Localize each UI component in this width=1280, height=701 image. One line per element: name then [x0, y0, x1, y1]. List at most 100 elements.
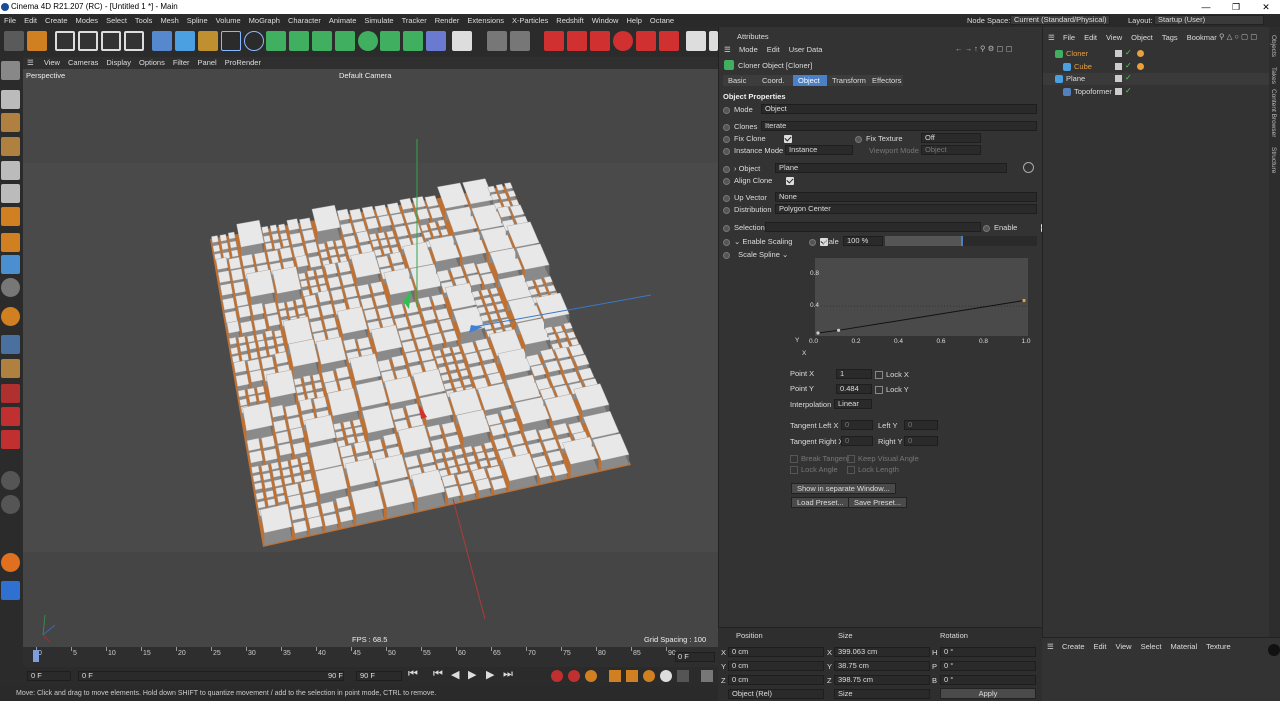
- camera-label[interactable]: Default Camera: [339, 71, 392, 80]
- autokey-icon[interactable]: [568, 670, 580, 682]
- parameter-key-icon[interactable]: [660, 670, 672, 682]
- point-x-field[interactable]: 1: [836, 369, 872, 379]
- menu-window[interactable]: Window: [588, 14, 623, 27]
- timeline-frame-field[interactable]: 0 F: [675, 652, 715, 662]
- menu-tools[interactable]: Tools: [131, 14, 157, 27]
- grid-icon[interactable]: [1, 335, 20, 354]
- objects-menu-file[interactable]: File: [1063, 33, 1075, 42]
- visibility-icon[interactable]: [1115, 87, 1122, 95]
- tab-transform[interactable]: Transform: [827, 75, 867, 86]
- position-z-field[interactable]: 0 cm: [728, 675, 824, 685]
- tangent-right-x-field[interactable]: 0: [841, 436, 873, 446]
- texture-mode-icon[interactable]: [487, 31, 507, 51]
- menu-extensions[interactable]: Extensions: [463, 14, 508, 27]
- viewport-menu-panel[interactable]: Panel: [194, 57, 221, 69]
- objects-menu-object[interactable]: Object: [1131, 33, 1153, 42]
- python-icon[interactable]: [1, 581, 20, 600]
- menu-simulate[interactable]: Simulate: [360, 14, 397, 27]
- sculpt-icon[interactable]: [1, 359, 20, 378]
- enabled-check-icon[interactable]: ✓: [1125, 48, 1132, 57]
- close-icon[interactable]: ✕: [1252, 0, 1280, 14]
- coord-size-select[interactable]: Size: [834, 689, 930, 699]
- attr-menu-edit[interactable]: Edit: [767, 45, 780, 54]
- interpolation-select[interactable]: Linear: [834, 399, 872, 409]
- size-z-field[interactable]: 398.75 cm: [834, 675, 930, 685]
- show-separate-window-button[interactable]: Show in separate Window...: [791, 483, 896, 494]
- signal-icon[interactable]: [1, 553, 20, 572]
- material-ball-icon[interactable]: [1268, 644, 1280, 656]
- nav-arrows-icon[interactable]: ← → ↑ ⚲ ⚙ ▢ ▢: [955, 44, 1013, 53]
- make-editable-icon[interactable]: [1, 61, 20, 80]
- material-menu-create[interactable]: Create: [1062, 642, 1085, 651]
- spline-point[interactable]: [1022, 298, 1026, 303]
- object-row-cube[interactable]: Cube ✓: [1043, 61, 1269, 73]
- enabled-check-icon[interactable]: ✓: [1125, 73, 1132, 82]
- object-row-cloner[interactable]: Cloner ✓: [1043, 48, 1269, 60]
- menu-mograph[interactable]: MoGraph: [245, 14, 284, 27]
- side-tab-structure[interactable]: Structure: [1270, 147, 1277, 173]
- cube-icon[interactable]: [175, 31, 195, 51]
- lock-x[interactable]: Lock X: [875, 370, 909, 380]
- apply-button[interactable]: Apply: [940, 688, 1036, 699]
- redshift-ipr-icon[interactable]: [567, 31, 587, 51]
- render-settings-icon[interactable]: [101, 31, 121, 51]
- menu-mesh[interactable]: Mesh: [156, 14, 182, 27]
- visibility-icon[interactable]: [1115, 75, 1122, 82]
- attr-menu-mode[interactable]: Mode: [739, 45, 758, 54]
- clones-select[interactable]: Iterate: [761, 121, 1037, 131]
- material-menu-texture[interactable]: Texture: [1206, 642, 1231, 651]
- scale-key-icon[interactable]: [626, 670, 638, 682]
- pick-object-icon[interactable]: [1023, 162, 1034, 173]
- viewport-menu-options[interactable]: Options: [135, 57, 169, 69]
- redshift-dome-icon[interactable]: [613, 31, 633, 51]
- material-menu-material[interactable]: Material: [1170, 642, 1197, 651]
- material-menu-edit[interactable]: Edit: [1094, 642, 1107, 651]
- workplane-mode-icon[interactable]: [1, 137, 20, 156]
- coord-mode-select[interactable]: Object (Rel): [728, 689, 824, 699]
- menu-create[interactable]: Create: [41, 14, 72, 27]
- solo-icon[interactable]: [1, 307, 20, 326]
- rotate-view-icon[interactable]: [1, 407, 20, 426]
- enabled-check-icon[interactable]: ✓: [1125, 61, 1132, 70]
- timeline-menu-icon[interactable]: [701, 670, 713, 682]
- position-x-field[interactable]: 0 cm: [728, 647, 824, 657]
- save-preset-button[interactable]: Save Preset...: [848, 497, 908, 508]
- redshift-light-icon[interactable]: [590, 31, 610, 51]
- prev-frame-icon[interactable]: ◀: [451, 668, 459, 681]
- node-space-select[interactable]: Current (Standard/Physical): [1010, 15, 1110, 25]
- tab-coord[interactable]: Coord.: [757, 75, 793, 86]
- size-x-field[interactable]: 399.063 cm: [834, 647, 930, 657]
- end-frame-field[interactable]: 90 F: [356, 671, 402, 681]
- viewport[interactable]: Perspective Default Camera FPS : 68.5 Gr…: [23, 69, 718, 647]
- render-view-icon[interactable]: [78, 31, 98, 51]
- snap-icon[interactable]: [27, 31, 47, 51]
- redshift-material-icon[interactable]: [636, 31, 656, 51]
- cloner-icon[interactable]: [266, 31, 286, 51]
- floor-icon[interactable]: [1, 430, 20, 449]
- distribution-select[interactable]: Polygon Center: [775, 204, 1037, 214]
- viewport-menu-view[interactable]: View: [40, 57, 64, 69]
- fix-clone-checkbox[interactable]: [784, 135, 792, 144]
- mode-select[interactable]: Object: [761, 104, 1037, 114]
- scene-icon[interactable]: [426, 31, 446, 51]
- menu-xparticles[interactable]: X-Particles: [508, 14, 552, 27]
- viewport-menu-prorender[interactable]: ProRender: [221, 57, 265, 69]
- model-mode-icon[interactable]: [1, 90, 20, 109]
- object-link-field[interactable]: Plane: [775, 163, 1007, 173]
- attributes-menu-icon[interactable]: ☰: [724, 45, 731, 54]
- select-icon[interactable]: [152, 31, 172, 51]
- points-mode-icon[interactable]: [1, 161, 20, 180]
- edges-mode-icon[interactable]: [1, 184, 20, 203]
- tab-object[interactable]: Object: [793, 75, 827, 86]
- material-tag-icon[interactable]: [1137, 62, 1144, 70]
- viewport-menu-cameras[interactable]: Cameras: [64, 57, 102, 69]
- material-menu-icon[interactable]: ☰: [1047, 642, 1054, 651]
- align-clone-checkbox[interactable]: [786, 177, 795, 186]
- rotation-p-field[interactable]: 0 °: [940, 661, 1036, 671]
- effector-icon[interactable]: [335, 31, 355, 51]
- rotation-key-icon[interactable]: [643, 670, 655, 682]
- volume-icon[interactable]: [380, 31, 400, 51]
- object-row-topoformer[interactable]: Topoformer ✓: [1043, 86, 1269, 98]
- rotation-b-field[interactable]: 0 °: [940, 675, 1036, 685]
- octane-icon[interactable]: [709, 31, 718, 51]
